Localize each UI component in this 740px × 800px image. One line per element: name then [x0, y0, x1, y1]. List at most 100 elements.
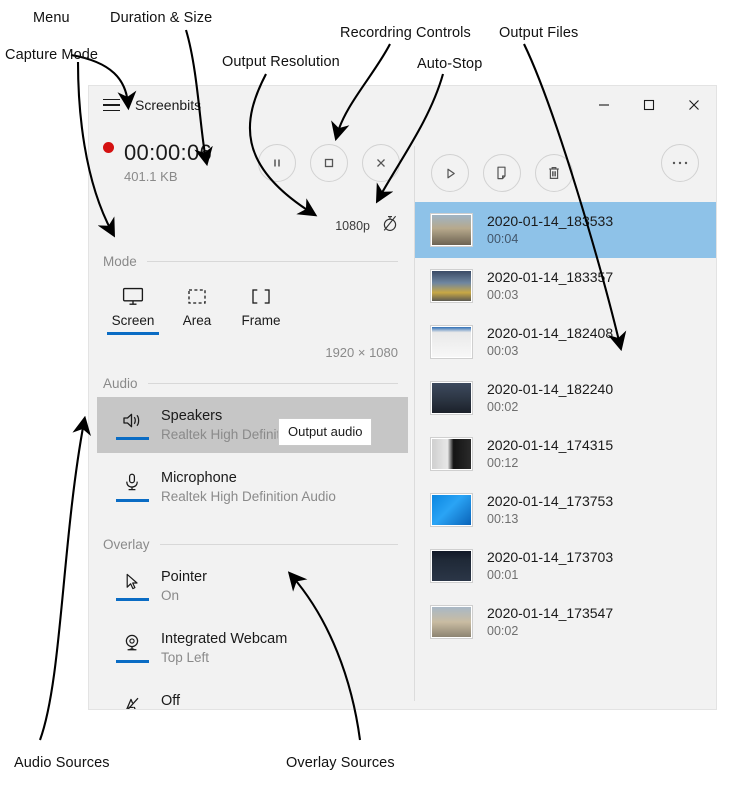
discard-button[interactable] — [362, 144, 400, 182]
source-name: Off — [161, 693, 181, 709]
source-icon-wrap — [109, 406, 155, 440]
annotation-label-auto-stop: Auto-Stop — [417, 56, 483, 72]
tooltip-output-audio: Output audio — [278, 418, 373, 446]
file-list-item[interactable]: 2020-01-14_173547 00:02 — [415, 594, 716, 650]
overlay-source-pointer[interactable]: Pointer On — [97, 558, 408, 614]
mode-tab-screen[interactable]: Screen — [101, 279, 165, 335]
recording-filesize: 401.1 KB — [124, 169, 178, 184]
recording-controls — [258, 144, 400, 182]
left-pane: 00:00:06 401.1 KB 1080p Mode Screen Area… — [89, 124, 414, 709]
annotation-label-audio-sources: Audio Sources — [14, 755, 110, 771]
mode-tab-area[interactable]: Area — [165, 279, 229, 335]
mode-tab-active-indicator — [171, 332, 223, 335]
source-enabled-indicator — [115, 437, 149, 440]
output-dimensions: 1920 × 1080 — [325, 345, 398, 360]
source-text: Integrated Webcam Top Left — [155, 629, 287, 667]
section-divider — [147, 383, 398, 384]
file-meta: 2020-01-14_173753 00:13 — [473, 493, 613, 528]
file-duration: 00:12 — [487, 456, 519, 471]
more-options-button[interactable] — [661, 144, 699, 182]
app-title: Screenbits — [135, 97, 202, 113]
window-controls — [581, 86, 716, 124]
file-thumbnail — [430, 381, 473, 415]
file-thumbnail — [430, 549, 473, 583]
section-title-audio: Audio — [103, 376, 138, 391]
source-name: Speakers — [161, 408, 223, 424]
file-thumbnail — [430, 437, 473, 471]
source-text: Microphone Realtek High Definition Audio — [155, 468, 336, 506]
file-duration: 00:02 — [487, 624, 519, 639]
source-name: Integrated Webcam — [161, 631, 288, 647]
source-text: Off Turn on to add watermark — [155, 691, 315, 709]
webcam-icon — [122, 631, 142, 655]
play-button[interactable] — [431, 154, 469, 192]
file-name: 2020-01-14_183357 — [487, 268, 614, 285]
source-subtitle: Realtek High Definition Audio — [161, 489, 336, 505]
overlay-source-watermark[interactable]: Off Turn on to add watermark — [97, 682, 408, 709]
file-duration: 00:04 — [487, 232, 519, 247]
mode-tab-active-indicator — [235, 332, 287, 335]
file-list-item[interactable]: 2020-01-14_173753 00:13 — [415, 482, 716, 538]
file-meta: 2020-01-14_173703 00:01 — [473, 549, 613, 584]
file-toolbar — [415, 124, 716, 202]
audio-source-microphone[interactable]: Microphone Realtek High Definition Audio — [97, 459, 408, 515]
source-icon-wrap — [109, 691, 155, 709]
delete-button[interactable] — [535, 154, 573, 192]
section-overlay: Overlay — [89, 537, 414, 552]
source-subtitle: On — [161, 588, 180, 604]
mode-tab-label: Screen — [111, 313, 155, 328]
source-name: Pointer — [161, 569, 207, 585]
record-indicator-icon — [103, 141, 114, 153]
annotation-label-recording-controls: Recordring Controls — [340, 25, 471, 41]
source-icon-wrap — [109, 629, 155, 663]
file-list-item[interactable]: 2020-01-14_182408 00:03 — [415, 314, 716, 370]
mode-tab-frame[interactable]: Frame — [229, 279, 293, 335]
pause-button[interactable] — [258, 144, 296, 182]
file-name: 2020-01-14_173753 — [487, 492, 614, 509]
file-duration: 00:02 — [487, 400, 519, 415]
minimize-icon[interactable] — [581, 86, 626, 124]
maximize-icon[interactable] — [626, 86, 671, 124]
output-resolution-value[interactable]: 1080p — [335, 219, 370, 233]
file-meta: 2020-01-14_182408 00:03 — [473, 325, 613, 360]
mode-tabs: Screen Area Frame — [89, 279, 414, 335]
stop-button[interactable] — [310, 144, 348, 182]
file-duration: 00:03 — [487, 288, 519, 303]
file-name: 2020-01-14_182240 — [487, 380, 614, 397]
file-duration: 00:03 — [487, 344, 519, 359]
screenbits-window: Screenbits 00:00:06 401.1 KB 1080p Mode … — [88, 85, 717, 710]
file-thumbnail — [430, 493, 473, 527]
file-meta: 2020-01-14_183357 00:03 — [473, 269, 613, 304]
file-list-item[interactable]: 2020-01-14_173703 00:01 — [415, 538, 716, 594]
output-files-list[interactable]: 2020-01-14_183533 00:04 2020-01-14_18335… — [415, 202, 716, 650]
file-duration: 00:13 — [487, 512, 519, 527]
file-meta: 2020-01-14_174315 00:12 — [473, 437, 613, 472]
file-list-item[interactable]: 2020-01-14_183533 00:04 — [415, 202, 716, 258]
watermark-off-icon — [122, 693, 142, 709]
file-list-item[interactable]: 2020-01-14_182240 00:02 — [415, 370, 716, 426]
section-mode: Mode — [89, 254, 414, 269]
mode-tab-label: Frame — [241, 313, 281, 328]
source-icon-wrap — [109, 567, 155, 601]
file-meta: 2020-01-14_173547 00:02 — [473, 605, 613, 640]
file-list-item[interactable]: 2020-01-14_183357 00:03 — [415, 258, 716, 314]
source-enabled-indicator — [115, 499, 149, 502]
dashed-rect-icon — [187, 283, 207, 309]
annotation-label-menu: Menu — [33, 10, 70, 26]
file-duration: 00:01 — [487, 568, 519, 583]
menu-icon[interactable] — [89, 86, 133, 124]
recording-duration: 00:00:06 — [124, 140, 213, 165]
file-list-item[interactable]: 2020-01-14_174315 00:12 — [415, 426, 716, 482]
timer-off-icon[interactable] — [382, 215, 398, 237]
annotation-label-capture-mode: Capture Mode — [5, 47, 99, 63]
section-title-overlay: Overlay — [103, 537, 150, 552]
annotation-label-overlay-sources: Overlay Sources — [286, 755, 395, 771]
recording-status-row: 00:00:06 401.1 KB — [89, 124, 414, 210]
overlay-source-webcam[interactable]: Integrated Webcam Top Left — [97, 620, 408, 676]
file-thumbnail — [430, 213, 473, 247]
output-settings-row: 1080p — [89, 214, 414, 238]
rename-button[interactable] — [483, 154, 521, 192]
close-icon[interactable] — [671, 86, 716, 124]
section-divider — [146, 261, 398, 262]
file-meta: 2020-01-14_183533 00:04 — [473, 213, 613, 248]
